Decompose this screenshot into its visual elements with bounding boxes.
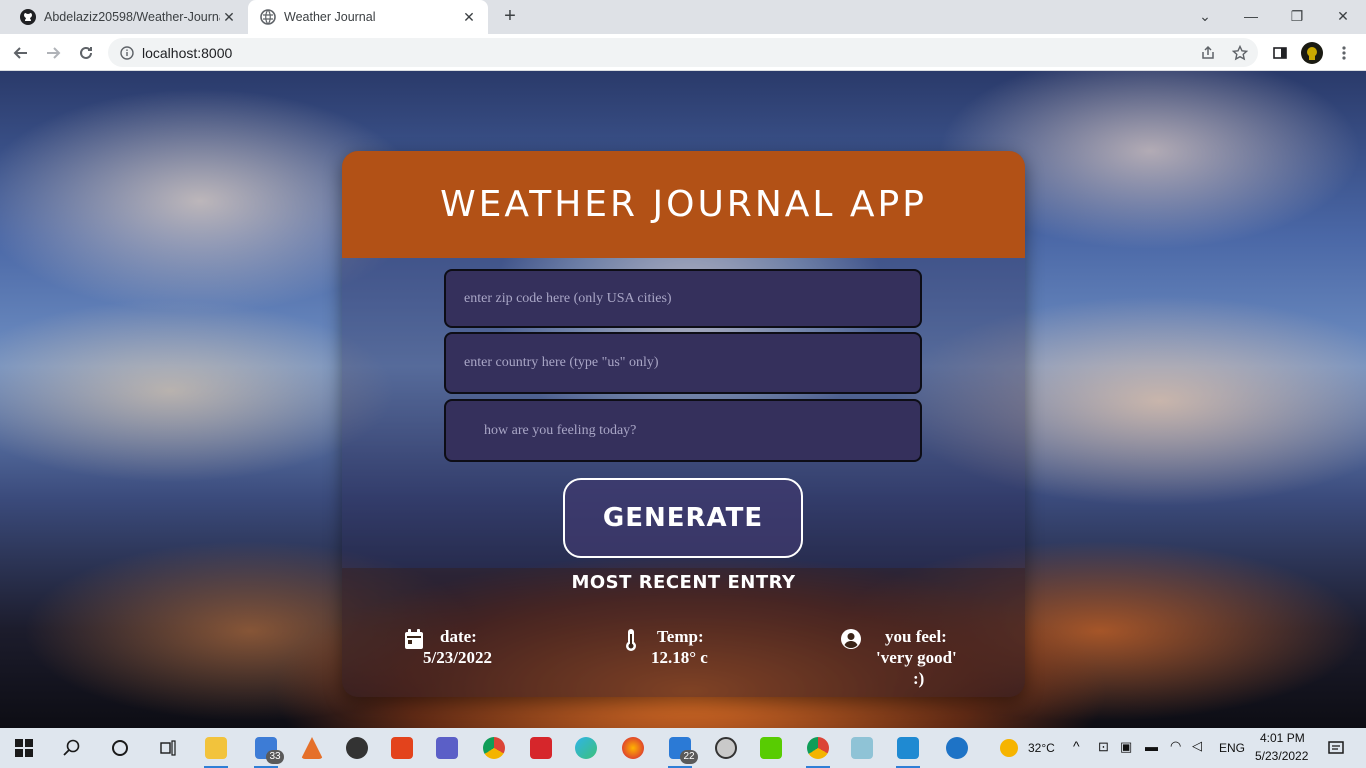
minimize-button[interactable]: — [1228, 0, 1274, 32]
zip-code-input[interactable] [444, 269, 922, 328]
recent-entry-panel: MOST RECENT ENTRY date: 5/23/2022 Temp: … [342, 568, 1025, 697]
help-icon[interactable] [941, 732, 973, 764]
info-icon[interactable] [120, 45, 134, 60]
recent-entry-title: MOST RECENT ENTRY [571, 572, 796, 593]
ic-app-icon[interactable] [525, 732, 557, 764]
task-view-icon[interactable] [152, 732, 184, 764]
clock-time[interactable]: 4:01 PM [1260, 731, 1305, 745]
thermometer-icon [626, 629, 636, 651]
tab-title: Weather Journal [284, 10, 376, 24]
feel-suffix: :) [913, 669, 925, 688]
restore-button[interactable]: ❐ [1274, 0, 1320, 32]
date-value: 5/23/2022 [423, 648, 492, 667]
weather-temp: 32°C [1028, 741, 1055, 755]
app-circle-icon[interactable] [710, 732, 742, 764]
mail-badge: 33 [266, 750, 284, 764]
firefox-icon[interactable] [617, 732, 649, 764]
edge-icon[interactable] [570, 732, 602, 764]
language-indicator[interactable]: ENG [1219, 741, 1245, 755]
feel-label: you feel: [885, 627, 947, 646]
app-title: WEATHER JOURNAL APP [440, 184, 927, 225]
generate-button[interactable]: GENERATE [563, 478, 803, 558]
journal-card: WEATHER JOURNAL APP GENERATE MOST RECENT… [342, 151, 1025, 697]
tab-title: Abdelaziz20598/Weather-Journal [44, 10, 220, 24]
more-menu-icon[interactable] [1332, 41, 1356, 65]
close-tab-icon[interactable]: ✕ [460, 8, 478, 26]
search-icon[interactable] [56, 732, 88, 764]
notes-app-icon[interactable] [846, 732, 878, 764]
new-tab-button[interactable]: + [498, 5, 522, 29]
date-label: date: [440, 627, 477, 646]
windows-start-icon[interactable] [8, 732, 40, 764]
vscode-icon[interactable] [892, 732, 924, 768]
tab-github[interactable]: Abdelaziz20598/Weather-Journal ✕ [8, 0, 248, 34]
media-player-icon[interactable] [341, 732, 373, 764]
clock-date[interactable]: 5/23/2022 [1255, 749, 1308, 763]
globe-icon [260, 9, 276, 25]
battery-icon[interactable]: ▬ [1145, 739, 1158, 754]
office-icon[interactable] [386, 732, 418, 764]
share-icon[interactable] [1196, 41, 1220, 65]
url-text: localhost:8000 [142, 44, 233, 61]
security-tray-icon[interactable]: ▣ [1120, 739, 1132, 755]
notification-icon[interactable] [1320, 732, 1352, 764]
volume-icon[interactable]: ◁ [1192, 738, 1202, 754]
chrome-icon[interactable] [478, 732, 510, 764]
close-tab-icon[interactable]: ✕ [220, 8, 238, 26]
browser-toolbar: localhost:8000 [0, 34, 1366, 71]
cortana-icon[interactable] [104, 732, 136, 764]
feelings-input[interactable] [444, 399, 922, 462]
github-icon [20, 9, 36, 25]
duolingo-icon[interactable] [755, 732, 787, 764]
weather-sun-icon[interactable] [993, 732, 1025, 764]
temp-label: Temp: [657, 627, 704, 646]
windows-taskbar: 33 22 32°C ^ ⊡ ▣ ▬ ◠ ◁ ENG 4:01 PM 5/23/… [0, 728, 1366, 768]
wifi-icon[interactable]: ◠ [1170, 738, 1181, 754]
close-window-button[interactable]: ✕ [1320, 0, 1366, 32]
bookmark-star-icon[interactable] [1228, 41, 1252, 65]
browser-tabstrip: Abdelaziz20598/Weather-Journal ✕ Weather… [0, 0, 1366, 34]
side-panel-icon[interactable] [1268, 41, 1292, 65]
windows-folder-icon[interactable]: 22 [664, 732, 698, 768]
back-icon[interactable] [8, 40, 34, 66]
tab-weather-journal[interactable]: Weather Journal ✕ [248, 0, 488, 34]
address-bar[interactable]: localhost:8000 [108, 38, 1258, 67]
user-circle-icon [841, 629, 861, 649]
chevron-up-icon[interactable]: ^ [1073, 738, 1080, 754]
temp-value: 12.18° c [651, 648, 708, 667]
mail-icon[interactable]: 33 [250, 732, 284, 768]
folder-badge: 22 [680, 750, 698, 764]
forward-icon[interactable] [40, 40, 66, 66]
matlab-icon[interactable] [296, 732, 328, 764]
calendar-icon [405, 629, 423, 649]
file-explorer-icon[interactable] [200, 732, 232, 768]
card-header: WEATHER JOURNAL APP [342, 151, 1025, 258]
page-background: WEATHER JOURNAL APP GENERATE MOST RECENT… [0, 71, 1366, 728]
teams-icon[interactable] [431, 732, 463, 764]
reload-icon[interactable] [73, 40, 99, 66]
network-tray-icon[interactable]: ⊡ [1098, 739, 1109, 755]
chrome-profile-icon[interactable] [802, 732, 834, 768]
feel-value: 'very good' [876, 648, 957, 667]
country-input[interactable] [444, 332, 922, 394]
profile-avatar[interactable] [1300, 41, 1324, 65]
tab-search-icon[interactable]: ⌄ [1182, 0, 1228, 32]
